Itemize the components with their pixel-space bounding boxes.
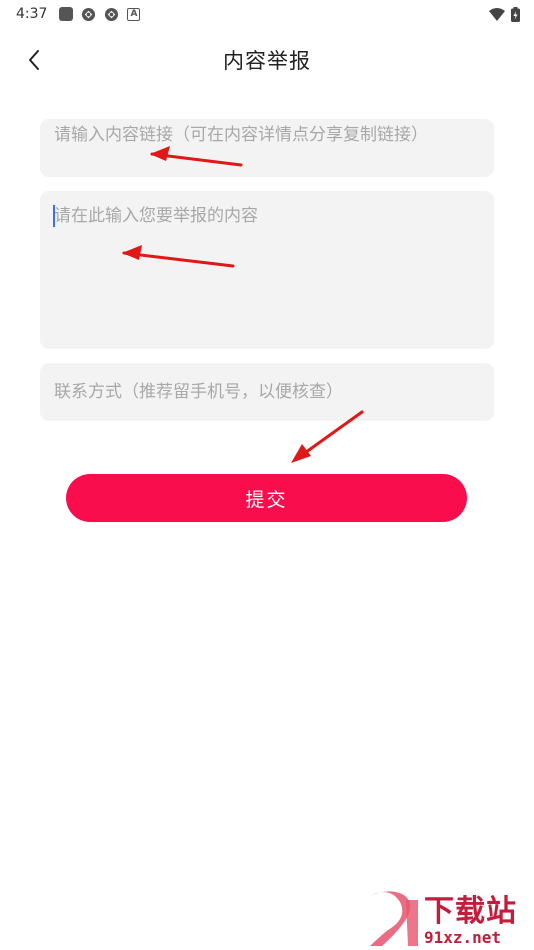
notification-icons: A xyxy=(59,7,141,22)
content-link-field[interactable] xyxy=(40,119,494,177)
watermark-domain: 91xz.net xyxy=(424,928,502,947)
submit-button[interactable]: 提交 xyxy=(66,474,467,522)
page-title: 内容举报 xyxy=(223,49,311,73)
back-button[interactable] xyxy=(16,42,52,78)
system-status-icons xyxy=(489,6,520,22)
contact-field[interactable] xyxy=(40,363,494,421)
content-link-input[interactable] xyxy=(54,122,482,176)
wifi-icon xyxy=(489,7,505,21)
status-time: 4:37 xyxy=(16,6,48,22)
font-notification-icon: A xyxy=(127,7,141,21)
top-bar: 内容举报 xyxy=(0,28,534,92)
sync-icon xyxy=(82,7,96,21)
chevron-left-icon xyxy=(29,50,39,70)
report-content-field[interactable] xyxy=(40,191,494,349)
app-notification-icon xyxy=(59,7,74,21)
report-page: 4:37 A 内容举报 请输入内容链接（可在内容详情点分享复制链接） 请在此输入… xyxy=(0,0,534,950)
contact-input[interactable] xyxy=(54,377,482,407)
site-watermark: 下载站 91xz.net xyxy=(360,890,530,948)
battery-icon xyxy=(511,6,520,22)
watermark-chinese: 下载站 xyxy=(424,894,517,929)
report-content-input[interactable] xyxy=(54,203,482,343)
status-bar: 4:37 A xyxy=(0,0,534,28)
watermark-text: 下载站 91xz.net xyxy=(424,896,517,948)
sync-icon-2 xyxy=(105,7,119,21)
watermark-logo-icon xyxy=(370,891,418,946)
